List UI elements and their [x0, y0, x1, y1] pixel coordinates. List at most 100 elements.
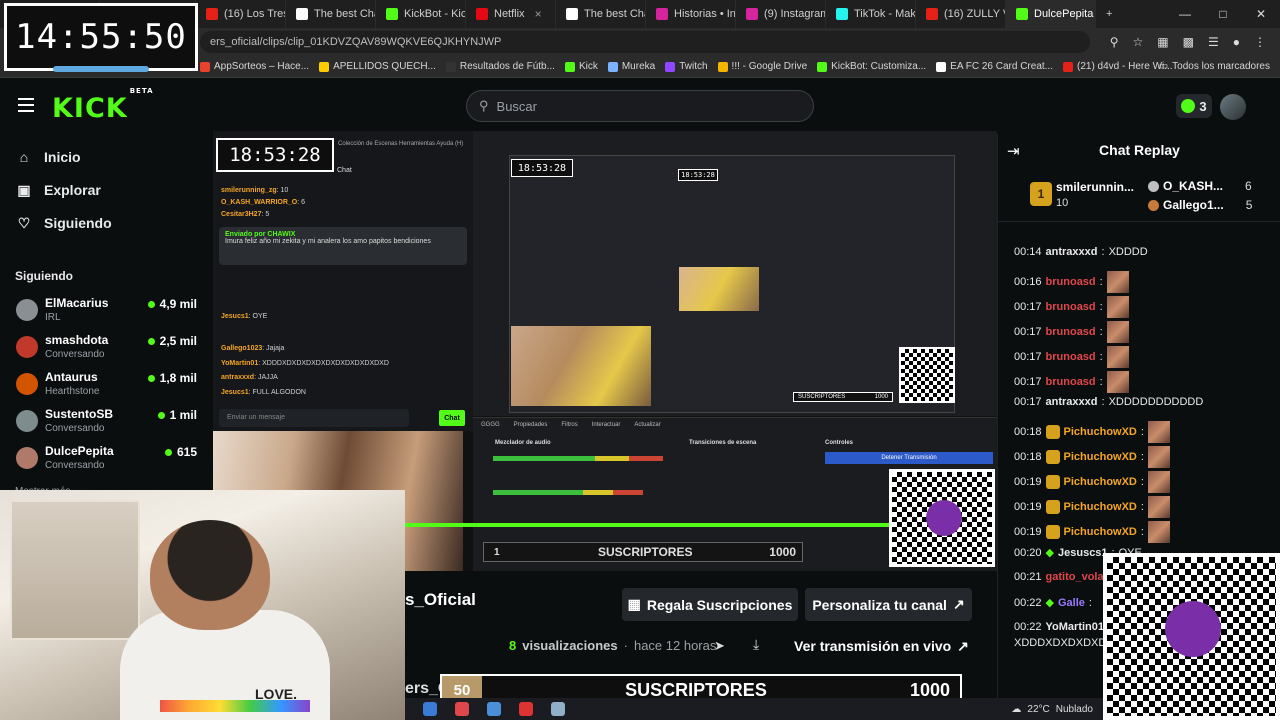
bookmark-favicon-icon [1063, 61, 1073, 72]
taskbar-app-icon[interactable] [423, 702, 437, 716]
puzzle-icon[interactable]: ▩ [1183, 35, 1194, 49]
gift-icon: ▦ [627, 596, 641, 612]
all-bookmarks-button[interactable]: ▭ Todos los marcadores [1159, 61, 1270, 72]
bookmark-item[interactable]: Resultados de Fútb... [445, 61, 555, 72]
customize-channel-button[interactable]: Personaliza tu canal ↗ [805, 588, 972, 621]
obs-section-transitions: Transiciones de escena [689, 440, 757, 446]
download-icon[interactable]: ⤓ [753, 636, 759, 653]
chat-username[interactable]: antraxxxd [1046, 246, 1098, 258]
menu-dots-icon[interactable]: ⋮ [1254, 35, 1266, 49]
points-button[interactable]: 3 [1176, 94, 1212, 118]
chat-emote-icon [1147, 471, 1170, 493]
bookmark-item[interactable]: EA FC 26 Card Creat... [936, 61, 1053, 72]
avatar[interactable] [1220, 94, 1246, 120]
chat-username[interactable]: brunoasd [1046, 351, 1096, 363]
obs-section-audio: Mezclador de audio [495, 440, 551, 446]
channel-category: Hearthstone [45, 386, 100, 397]
chat-username[interactable]: YoMartin01 [1046, 621, 1104, 633]
following-channel[interactable]: SustentoSB Conversando 1 mil [16, 407, 201, 441]
sidebar-item-explorar[interactable]: ▣ Explorar [16, 182, 100, 199]
browser-tab[interactable]: DulcePepita× [1006, 0, 1096, 28]
browser-tab[interactable]: The best Cha× [286, 0, 376, 28]
browser-tab[interactable]: Netflix × [466, 0, 556, 28]
chat-username[interactable]: Jesuscs1 [1058, 547, 1108, 559]
browser-tab[interactable]: (16) Los Tres× [196, 0, 286, 28]
video-chat-line: smilerunning_zg: 10 [221, 187, 289, 194]
chat-username[interactable]: gatito_volad [1046, 571, 1111, 583]
video-qr-code [889, 469, 995, 567]
share-icon[interactable]: ➤ [714, 638, 725, 654]
chat-username[interactable]: brunoasd [1046, 376, 1096, 388]
zoom-icon[interactable]: ⚲ [1110, 35, 1119, 49]
search-input[interactable]: ⚲ Buscar [466, 90, 814, 122]
following-channel[interactable]: ElMacarius IRL 4,9 mil [16, 296, 201, 330]
new-tab-button[interactable]: + [1096, 0, 1122, 28]
bookmark-item[interactable]: KickBot: Customiza... [817, 61, 926, 72]
channel-name: SustentoSB [45, 407, 114, 421]
close-tab-icon[interactable]: × [535, 7, 542, 21]
chat-username[interactable]: PichuchowXD [1064, 451, 1137, 463]
bookmark-label: KickBot: Customiza... [831, 61, 927, 72]
bookmark-item[interactable]: AppSorteos – Hace... [200, 61, 309, 72]
browser-tab[interactable]: (9) Instagram× [736, 0, 826, 28]
nested-people-small [679, 267, 759, 311]
rank-3[interactable]: Gallego1... 5 [1148, 198, 1252, 212]
chat-username[interactable]: brunoasd [1046, 326, 1096, 338]
close-window-icon[interactable]: ✕ [1242, 0, 1280, 28]
chat-username[interactable]: PichuchowXD [1064, 526, 1137, 538]
profile-icon[interactable]: ● [1233, 35, 1240, 49]
browser-tab[interactable]: KickBot - Kic× [376, 0, 466, 28]
video-chat-line: Gallego1023: Jajaja [221, 345, 285, 352]
browser-tab[interactable]: TikTok - Mak× [826, 0, 916, 28]
taskbar-app-icon[interactable] [487, 702, 501, 716]
following-channel[interactable]: DulcePepita Conversando 615 [16, 444, 201, 478]
taskbar-app-icon[interactable] [455, 702, 469, 716]
chat-username[interactable]: antraxxxd [1046, 396, 1098, 408]
bookmark-item[interactable]: Twitch [665, 61, 708, 72]
bookmark-item[interactable]: (21) d4vd - Here Wi... [1063, 61, 1173, 72]
streamer-name[interactable]: s_Oficial [405, 590, 476, 610]
home-icon: ⌂ [19, 149, 29, 165]
taskbar-app-icon[interactable] [519, 702, 533, 716]
live-dot-icon [164, 448, 172, 456]
bookmark-item[interactable]: Mureka [607, 61, 655, 72]
chat-timestamp: 00:21 [1014, 571, 1042, 583]
following-channel[interactable]: smashdota Conversando 2,5 mil [16, 333, 201, 367]
following-channel[interactable]: Antaurus Hearthstone 1,8 mil [16, 370, 201, 404]
chat-emote-icon [1147, 421, 1170, 443]
sidebar-item-siguiendo[interactable]: ♡ Siguiendo [16, 215, 112, 232]
browser-tab[interactable]: Historias • In× [646, 0, 736, 28]
url-field[interactable]: ers_oficial/clips/clip_01KDVZQAV89WQKVE6… [200, 31, 1090, 53]
weather-widget[interactable]: ☁ 22°C Nublado [1011, 704, 1093, 715]
bookmark-item[interactable]: Kick [564, 61, 598, 72]
top-gifter-name[interactable]: smilerunnin... [1056, 180, 1134, 194]
chat-username[interactable]: brunoasd [1046, 276, 1096, 288]
chat-username[interactable]: PichuchowXD [1064, 426, 1137, 438]
chat-username[interactable]: Galle [1058, 597, 1085, 609]
collapse-chat-icon[interactable]: ⇥ [1007, 142, 1020, 160]
bookmark-star-icon[interactable]: ☆ [1133, 35, 1144, 49]
audio-meter [493, 456, 663, 461]
chat-username[interactable]: PichuchowXD [1064, 501, 1137, 513]
taskbar-app-icon[interactable] [551, 702, 565, 716]
minimize-icon[interactable]: — [1166, 0, 1204, 28]
rank-2[interactable]: O_KASH... 6 [1148, 179, 1252, 193]
chat-username[interactable]: brunoasd [1046, 301, 1096, 313]
video-sub-bar: 1 SUSCRIPTORES 1000 [483, 542, 803, 562]
sidebar-item-inicio[interactable]: ⌂ Inicio [16, 149, 81, 165]
bookmark-item[interactable]: !!! - Google Drive [717, 61, 807, 72]
gift-subs-button[interactable]: ▦ Regala Suscripciones [622, 588, 798, 621]
kick-logo[interactable]: KICKBETA [52, 87, 153, 124]
chat-username[interactable]: PichuchowXD [1064, 476, 1137, 488]
browser-tab[interactable]: (16) ZULLY V× [916, 0, 1006, 28]
tab-favicon-icon [1016, 8, 1028, 20]
browser-tab[interactable]: The best Cha× [556, 0, 646, 28]
live-dot-icon [157, 411, 165, 419]
hamburger-menu-icon[interactable] [18, 98, 34, 112]
watch-live-button[interactable]: Ver transmisión en vivo ↗ [787, 632, 969, 660]
extensions-icon[interactable]: ▦ [1157, 35, 1168, 49]
maximize-icon[interactable]: □ [1204, 0, 1242, 28]
media-icon[interactable]: ☰ [1208, 35, 1219, 49]
bookmark-item[interactable]: APELLIDOS QUECH... [319, 61, 436, 72]
clock-overlay: 14:55:50 [4, 3, 198, 72]
